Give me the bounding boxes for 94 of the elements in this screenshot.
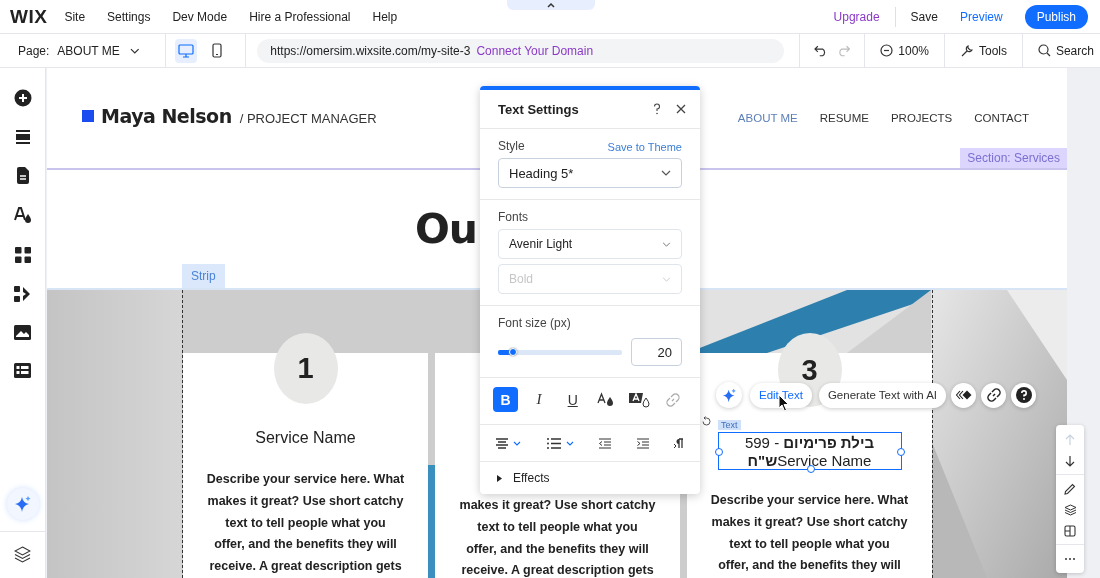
letter-drop-icon	[597, 392, 616, 407]
service-name[interactable]: Service Name	[255, 428, 356, 448]
indent-button[interactable]	[636, 438, 649, 449]
font-size-slider[interactable]	[498, 349, 622, 355]
font-size-input[interactable]: 20	[631, 338, 682, 366]
logo-square	[82, 110, 94, 122]
site-tagline: / PROJECT MANAGER	[239, 110, 377, 126]
chevron-icon	[662, 276, 671, 282]
link-icon	[666, 392, 681, 407]
arrow-up-icon	[1065, 433, 1075, 446]
caret-icon	[547, 2, 555, 8]
stacked-bars-icon[interactable]	[14, 130, 31, 144]
nav-link[interactable]: CONTACT	[974, 112, 1029, 124]
letter-drop-icon[interactable]	[13, 207, 32, 224]
layers-icon[interactable]	[14, 546, 31, 563]
menu-item[interactable]: Dev Mode	[172, 9, 228, 24]
wrench-icon	[959, 43, 974, 58]
italic-button[interactable]: I	[526, 387, 552, 412]
style-label: Style	[498, 139, 525, 153]
save-to-theme-link[interactable]: Save to Theme	[607, 141, 682, 153]
image-icon[interactable]	[14, 325, 31, 340]
grid-icon[interactable]	[14, 247, 31, 263]
alignment-button[interactable]	[496, 438, 521, 449]
highlight-icon	[628, 391, 651, 408]
rotate-icon[interactable]	[701, 416, 712, 427]
search-icon	[1037, 44, 1051, 57]
publish-button[interactable]: Publish	[1024, 4, 1088, 29]
search-button[interactable]: Search	[1037, 43, 1094, 58]
close-icon[interactable]	[676, 104, 686, 114]
page-dropdown[interactable]: ABOUT ME	[57, 43, 130, 58]
number-circle: 1	[273, 333, 338, 404]
layout-icon	[1064, 524, 1076, 537]
chevron-icon	[662, 241, 671, 247]
style-dropdown[interactable]: Heading 5*	[498, 158, 682, 188]
layers-icon	[1063, 503, 1077, 516]
font-dropdown[interactable]: Avenir Light	[498, 229, 682, 259]
wix-logo[interactable]: WIX	[10, 5, 48, 28]
service-description[interactable]: Describe your service here. What makes it great? Use short catchy text to tell people what you offer, and the benefits they will receive. A great description gets	[206, 469, 405, 578]
menu-item[interactable]: Help	[372, 9, 398, 24]
bullet-list-icon	[546, 438, 561, 449]
section-title[interactable]: Ou	[415, 205, 478, 253]
nav-link[interactable]: ABOUT ME	[737, 112, 798, 124]
fonts-label: Fonts	[498, 210, 529, 224]
connect-domain-link[interactable]: Connect Your Domain	[476, 43, 594, 58]
chevron-icon	[565, 441, 574, 446]
outdent-button[interactable]	[599, 438, 611, 449]
help-icon	[1015, 387, 1032, 403]
menu-item[interactable]: Settings	[107, 9, 151, 24]
diamond-chevrons-icon	[955, 390, 972, 400]
nav-link[interactable]: PROJECTS	[890, 112, 953, 124]
arrow-down-icon	[1065, 454, 1075, 467]
table-icon[interactable]	[14, 363, 31, 378]
url-field[interactable]: https://omersim.wixsite.com/my-site-3 Connect Your Domain	[257, 38, 784, 63]
document-icon[interactable]	[15, 167, 30, 184]
list-button[interactable]	[546, 438, 574, 449]
page-label: Page:	[18, 43, 50, 58]
undo-icon[interactable]	[813, 44, 827, 57]
monitor-icon	[178, 43, 194, 58]
ai-assistant-button[interactable]	[6, 488, 39, 520]
zoom-button[interactable]: 100%	[880, 43, 929, 58]
desktop-view-button[interactable]	[174, 38, 198, 63]
service-description[interactable]: makes it great? Use short catchy text to tell people what you offer, and the benefits they will receive. A great description gets	[459, 495, 656, 578]
save-button[interactable]: Save	[910, 9, 938, 24]
link-icon	[986, 388, 1001, 402]
bold-button[interactable]: B	[493, 387, 518, 412]
tools-button[interactable]: Tools	[959, 43, 1007, 58]
font-size-label: Font size (px)	[498, 316, 572, 330]
pencil-icon	[1064, 482, 1076, 495]
nav-link[interactable]: RESUME	[819, 112, 869, 124]
preview-button[interactable]: Preview	[959, 9, 1003, 24]
paragraph-direction-icon	[674, 438, 684, 449]
add-icon[interactable]	[13, 89, 32, 107]
outdent-icon	[599, 438, 611, 449]
menu-item[interactable]: Hire a Professional	[249, 9, 351, 24]
upgrade-link[interactable]: Upgrade	[833, 9, 880, 24]
service-description[interactable]: Describe your service here. What makes it great? Use short catchy text to tell people what you offer, and the benefits they will	[710, 490, 909, 578]
text-direction-button[interactable]	[674, 438, 684, 449]
effects-toggle[interactable]: Effects	[480, 462, 700, 485]
triangle-icon	[497, 474, 503, 482]
zoom-out-icon	[880, 44, 894, 57]
align-center-icon	[496, 438, 508, 449]
panel-title: Text Settings	[498, 101, 580, 117]
help-icon[interactable]	[653, 103, 661, 115]
menu-item[interactable]: Site	[64, 9, 86, 24]
chevron-icon	[513, 441, 521, 446]
more-icon	[1064, 556, 1076, 561]
site-name[interactable]: Maya Nelson	[101, 105, 232, 127]
underline-button[interactable]: U	[560, 387, 586, 412]
phone-icon	[211, 43, 222, 58]
chevron-icon	[661, 170, 671, 176]
sparkle-icon	[721, 387, 737, 403]
indent-icon	[636, 438, 649, 449]
element-type-label: Text	[718, 420, 741, 430]
chevron-icon[interactable]	[130, 47, 140, 54]
